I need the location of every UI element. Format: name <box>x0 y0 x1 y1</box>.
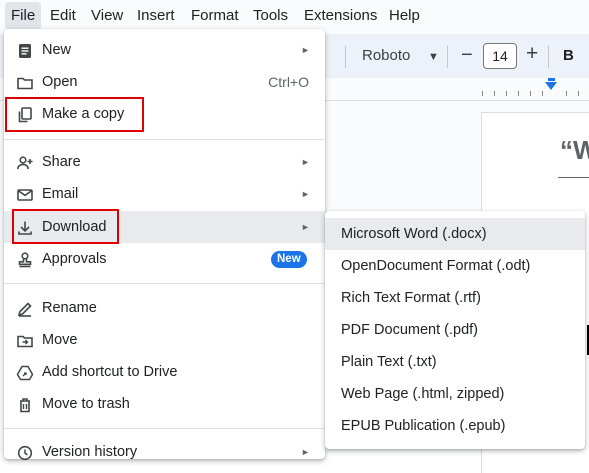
menu-item-label: Rename <box>42 300 97 316</box>
ruler-tick <box>566 91 567 96</box>
menu-tools[interactable]: Tools <box>247 0 294 32</box>
submenu-item-label: EPUB Publication (.epub) <box>341 418 506 434</box>
toolbar-divider <box>548 46 549 68</box>
menu-insert[interactable]: Insert <box>131 0 181 32</box>
bold-button[interactable]: B <box>563 45 574 67</box>
submenu-item-label: OpenDocument Format (.odt) <box>341 258 531 274</box>
menu-item-label: Share <box>42 154 81 170</box>
menu-divider <box>4 283 325 284</box>
menu-item-email[interactable]: Email ► <box>4 178 325 210</box>
submenu-arrow-icon: ► <box>301 157 310 167</box>
download-rtf[interactable]: Rich Text Format (.rtf) <box>325 282 585 314</box>
download-txt[interactable]: Plain Text (.txt) <box>325 346 585 378</box>
ruler-tick <box>494 91 495 96</box>
decrease-font-size-button[interactable]: − <box>461 43 473 67</box>
menu-item-label: Move to trash <box>42 396 130 412</box>
new-badge: New <box>271 251 307 268</box>
indent-bar[interactable] <box>548 78 555 81</box>
menu-item-open[interactable]: Open Ctrl+O <box>4 66 325 98</box>
menu-item-approvals[interactable]: Approvals New <box>4 243 325 275</box>
submenu-item-label: Microsoft Word (.docx) <box>341 226 487 242</box>
toolbar-divider <box>345 46 346 68</box>
submenu-arrow-icon: ► <box>301 189 310 199</box>
submenu-item-label: PDF Document (.pdf) <box>341 322 478 338</box>
document-heading: “W <box>560 135 589 165</box>
menu-item-label: Approvals <box>42 251 107 267</box>
menu-item-label: Add shortcut to Drive <box>42 364 178 380</box>
menu-item-label: Open <box>42 74 78 90</box>
download-submenu: Microsoft Word (.docx) OpenDocument Form… <box>325 211 585 449</box>
submenu-arrow-icon: ► <box>301 222 310 232</box>
indent-marker[interactable] <box>545 82 557 90</box>
pencil-icon <box>16 300 34 318</box>
drive-shortcut-icon <box>16 364 34 382</box>
download-docx[interactable]: Microsoft Word (.docx) <box>325 218 585 250</box>
highlight-box <box>12 209 119 244</box>
mail-icon <box>16 186 34 204</box>
menu-divider <box>4 428 325 429</box>
highlight-box <box>5 97 144 132</box>
menu-file[interactable]: File <box>5 2 42 30</box>
menu-help[interactable]: Help <box>383 0 426 32</box>
download-epub[interactable]: EPUB Publication (.epub) <box>325 410 585 442</box>
menu-extensions[interactable]: Extensions <box>298 0 383 32</box>
menu-item-rename[interactable]: Rename <box>4 292 325 324</box>
font-family-select[interactable]: Roboto <box>362 45 410 67</box>
ruler-tick <box>578 91 579 96</box>
document-icon <box>16 42 34 60</box>
file-menu: New ► Open Ctrl+O Make a copy Share ► Em… <box>4 29 325 461</box>
download-html[interactable]: Web Page (.html, zipped) <box>325 378 585 410</box>
person-add-icon <box>16 154 34 172</box>
menu-item-move[interactable]: Move <box>4 324 325 356</box>
move-folder-icon <box>16 332 34 350</box>
submenu-arrow-icon: ► <box>301 45 310 55</box>
menu-format[interactable]: Format <box>185 0 245 32</box>
menu-item-new[interactable]: New ► <box>4 34 325 66</box>
ruler-tick <box>542 91 543 96</box>
submenu-item-label: Web Page (.html, zipped) <box>341 386 505 402</box>
submenu-arrow-icon: ► <box>301 447 310 457</box>
ruler-tick <box>518 91 519 96</box>
ruler-tick <box>506 91 507 96</box>
ruler-tick <box>482 91 483 96</box>
menu-item-label: New <box>42 42 72 58</box>
submenu-item-label: Rich Text Format (.rtf) <box>341 290 481 306</box>
download-odt[interactable]: OpenDocument Format (.odt) <box>325 250 585 282</box>
menu-item-label: Move <box>42 332 78 348</box>
toolbar-divider <box>447 46 448 68</box>
menu-edit[interactable]: Edit <box>44 0 82 32</box>
trash-icon <box>16 396 34 414</box>
folder-icon <box>16 74 34 92</box>
menu-item-label: Version history <box>42 444 138 460</box>
font-size-input[interactable]: 14 <box>483 43 517 69</box>
increase-font-size-button[interactable]: + <box>526 42 538 66</box>
download-pdf[interactable]: PDF Document (.pdf) <box>325 314 585 346</box>
menu-item-add-shortcut[interactable]: Add shortcut to Drive <box>4 356 325 388</box>
menu-item-label: Email <box>42 186 79 202</box>
keyboard-shortcut: Ctrl+O <box>268 74 309 90</box>
stamp-icon <box>16 251 34 269</box>
menu-item-move-to-trash[interactable]: Move to trash <box>4 388 325 420</box>
menu-divider <box>4 139 325 140</box>
heading-underline <box>558 177 589 178</box>
menu-item-share[interactable]: Share ► <box>4 146 325 178</box>
menu-item-version-history[interactable]: Version history ► <box>4 436 325 468</box>
history-icon <box>16 444 34 462</box>
submenu-item-label: Plain Text (.txt) <box>341 354 437 370</box>
chevron-down-icon[interactable]: ▼ <box>428 46 439 68</box>
menu-view[interactable]: View <box>85 0 129 32</box>
ruler-tick <box>530 91 531 96</box>
